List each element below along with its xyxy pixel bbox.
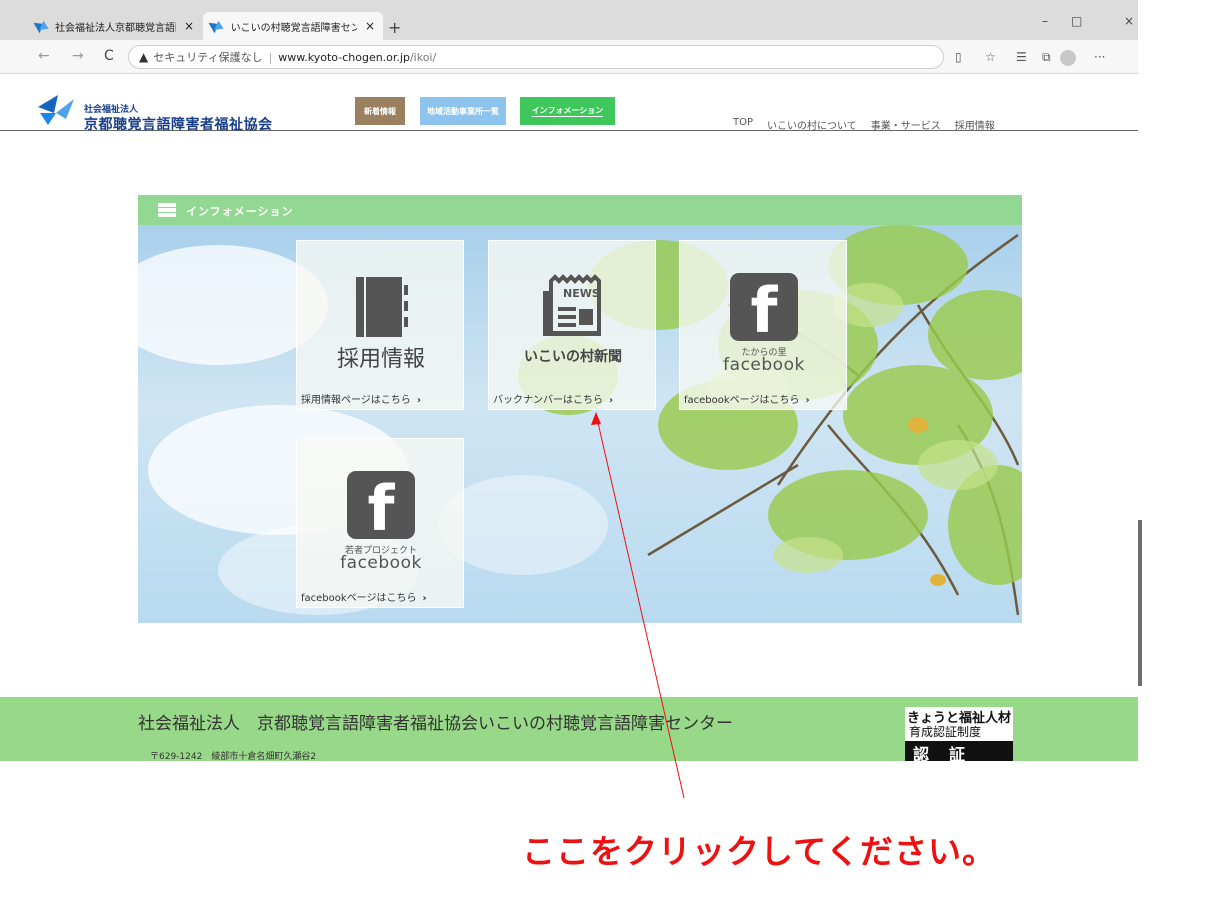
footer-address: 〒629-1242 綾部市十倉名畑町久瀬谷2 [150, 752, 317, 761]
information-button-label: インフォメーション [531, 106, 604, 117]
chevron-right-icon: › [422, 593, 427, 604]
card-link-text: 採用情報ページはこちら [301, 395, 411, 406]
top-navigation: TOP いこいの村について 事業・サービス 採用情報 [733, 117, 995, 132]
profile-icon[interactable] [1060, 50, 1076, 66]
nav-services[interactable]: 事業・サービス [871, 117, 941, 132]
section-title: インフォメーション [186, 205, 294, 218]
tab-bar: 社会福祉法人京都聴覚言語障害 × いこいの村聴覚言語障害センター × + – □… [0, 0, 1138, 40]
news-badge: NEWS [563, 287, 600, 300]
facility-list-button[interactable]: 地域活動事業所一覧 [420, 97, 506, 125]
security-status: セキュリティ保護なし [153, 51, 263, 64]
close-window-button[interactable]: × [1124, 14, 1134, 28]
footer-title: 社会福祉法人 京都聴覚言語障害者福祉協会いこいの村聴覚言語障害センター [138, 714, 733, 734]
youth-facebook-card[interactable]: 若者プロジェクト facebook facebookページはこちら› [296, 438, 464, 608]
tab-close-icon[interactable]: × [184, 19, 194, 33]
url-input[interactable]: ▲ セキュリティ保護なし | www.kyoto-chogen.or.jp /i… [128, 45, 944, 69]
badge-line-2: 育成認証制度 [909, 725, 982, 739]
certification-badge[interactable]: きょうと福祉人材 育成認証制度 認証 [905, 707, 1013, 761]
url-path: /ikoi/ [409, 50, 437, 64]
annotation-text: ここをクリックしてください。 [522, 832, 997, 871]
card-link-text: facebookページはこちら [301, 593, 417, 604]
facebook-icon [730, 273, 798, 347]
card-link[interactable]: バックナンバーはこちら › [489, 391, 657, 406]
card-link[interactable]: facebookページはこちら › [680, 391, 848, 406]
butterfly-logo-icon[interactable] [36, 93, 76, 127]
card-caption: facebook [723, 355, 805, 375]
maximize-button[interactable]: □ [1071, 14, 1082, 28]
forward-button[interactable]: → [72, 48, 84, 64]
reader-icon[interactable]: ▯ [955, 50, 962, 64]
more-icon[interactable]: ··· [1094, 50, 1105, 64]
card-link-text: facebookページはこちら [684, 395, 800, 406]
badge-line-3: 認証 [905, 741, 1013, 761]
card-caption: いこいの村新聞 [524, 349, 622, 365]
card-caption: 採用情報 [336, 347, 425, 372]
back-button[interactable]: ← [38, 48, 50, 64]
card-link-text: バックナンバーはこちら [493, 395, 603, 406]
favorites-icon[interactable]: ☰ [1016, 50, 1027, 64]
url-domain: www.kyoto-chogen.or.jp [278, 50, 410, 64]
collections-icon[interactable]: ⧉ [1042, 50, 1051, 65]
takara-facebook-card[interactable]: たからの里 facebook facebookページはこちら› [679, 240, 847, 410]
site-footer: 社会福祉法人 京都聴覚言語障害者福祉協会いこいの村聴覚言語障害センター 〒629… [0, 697, 1138, 761]
reload-button[interactable]: C [104, 48, 114, 64]
chevron-right-icon: › [609, 395, 614, 406]
recruit-card[interactable]: 採用情報 採用情報ページはこちら › [296, 240, 464, 410]
not-secure-warning-icon[interactable]: ▲ [139, 50, 148, 64]
information-header: インフォメーション [138, 195, 1022, 225]
logo-title[interactable]: 京都聴覚言語障害者福祉協会 [84, 114, 273, 134]
minimize-button[interactable]: – [1042, 14, 1048, 28]
information-panel: 採用情報 採用情報ページはこちら › NEWS いこいの村新聞 バックナンバーはこ… [138, 225, 1022, 623]
nav-top[interactable]: TOP [733, 117, 753, 132]
chevron-right-icon: › [805, 395, 810, 406]
card-caption: facebook [340, 553, 422, 573]
address-bar-row: ← → C ▲ セキュリティ保護なし | www.kyoto-chogen.or… [0, 40, 1138, 74]
scrollbar-thumb[interactable] [1138, 520, 1142, 686]
newspaper-icon [543, 274, 601, 336]
news-button[interactable]: 新着情報 [355, 97, 405, 125]
site-favicon-icon [36, 19, 49, 33]
information-button[interactable]: インフォメーション [520, 97, 615, 125]
web-page: 社会福祉法人 京都聴覚言語障害者福祉協会 新着情報 地域活動事業所一覧 インフォ… [0, 75, 1138, 761]
facebook-icon [347, 471, 415, 545]
newsletter-card[interactable]: NEWS いこいの村新聞 バックナンバーはこちら › [488, 240, 656, 410]
nav-recruit[interactable]: 採用情報 [955, 117, 995, 132]
notebook-icon [356, 277, 408, 337]
site-header: 社会福祉法人 京都聴覚言語障害者福祉協会 新着情報 地域活動事業所一覧 インフォ… [0, 75, 1138, 134]
tab-close-icon[interactable]: × [365, 19, 375, 33]
tab-title: 社会福祉法人京都聴覚言語障害 [55, 22, 176, 34]
url-separator: | [268, 50, 273, 64]
chevron-right-icon: › [416, 395, 421, 406]
list-icon [158, 203, 176, 217]
card-link[interactable]: facebookページはこちら › [297, 589, 465, 604]
tab-ikoi-active[interactable]: いこいの村聴覚言語障害センター × [203, 12, 383, 40]
nav-about[interactable]: いこいの村について [767, 117, 857, 132]
card-link[interactable]: 採用情報ページはこちら › [297, 391, 465, 406]
tab-title: いこいの村聴覚言語障害センター [230, 22, 357, 34]
tab-kyoto-chogen[interactable]: 社会福祉法人京都聴覚言語障害 × [28, 12, 202, 40]
new-tab-button[interactable]: + [388, 18, 401, 37]
site-favicon-icon [211, 19, 225, 33]
favorite-add-icon[interactable]: ☆ [985, 50, 996, 64]
